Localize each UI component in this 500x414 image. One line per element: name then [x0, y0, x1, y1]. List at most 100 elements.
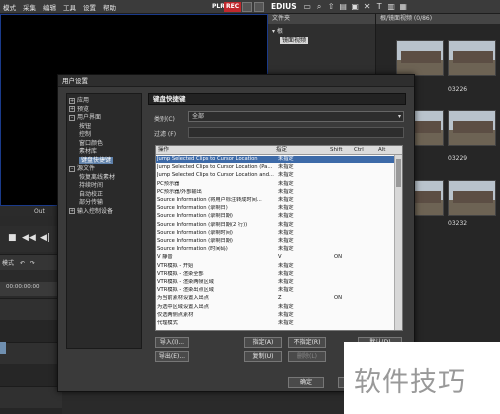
nav-item[interactable]: 按钮 — [69, 123, 139, 132]
table-row[interactable]: VTR模拟 - 开始 未指定 — [156, 263, 394, 270]
nav-item-label: 控制 — [79, 131, 92, 138]
assign-button[interactable]: 指定(A) — [244, 337, 282, 348]
nav-item[interactable]: + 应用 — [69, 97, 139, 106]
clip-label: 03229 — [448, 155, 468, 162]
table-row[interactable]: Source Information (录制日) 未指定 — [156, 205, 394, 212]
nav-item[interactable]: 窗口颜色 — [69, 140, 139, 149]
copy-button[interactable]: 复制(U) — [244, 351, 282, 362]
clip-thumbnail[interactable] — [448, 180, 496, 216]
title-icon[interactable]: T — [375, 2, 384, 11]
table-row[interactable]: Source Information (录制时间) 未指定 — [156, 230, 394, 237]
table-row[interactable]: 为当前素材设置入出点 Z ON — [156, 295, 394, 302]
category-select[interactable]: 全部 ▾ — [188, 111, 404, 122]
step-back-icon[interactable]: ◀| — [40, 234, 50, 243]
open-icon[interactable]: ▤ — [339, 2, 348, 11]
track-row[interactable] — [0, 342, 62, 364]
table-row[interactable]: 代理模式 未指定 — [156, 320, 394, 327]
column-header-ctrl[interactable]: Ctrl — [354, 146, 364, 155]
table-row[interactable]: VTR模拟 - 渲染出点区域 未指定 — [156, 287, 394, 294]
nav-item[interactable]: 恢复离线素材 — [69, 174, 139, 183]
nav-item[interactable]: + 预览 — [69, 106, 139, 115]
menu-settings[interactable]: 设置 — [83, 2, 96, 12]
table-row[interactable]: VTR模拟 - 渲染两帧区域 未指定 — [156, 279, 394, 286]
collapse-icon[interactable]: - — [69, 165, 75, 172]
maximize-button[interactable] — [254, 2, 264, 12]
nav-item[interactable]: 素材库 — [69, 148, 139, 157]
assign-cell: 未指定 — [278, 172, 294, 179]
nav-item[interactable]: 自动校正 — [69, 191, 139, 200]
undo-icon[interactable]: ↶ — [20, 260, 25, 267]
filter-input[interactable] — [188, 127, 404, 138]
search-icon[interactable]: ⌕ — [315, 2, 324, 11]
track-row[interactable] — [0, 298, 62, 320]
table-row[interactable]: Source Information (录制日期) 未指定 — [156, 213, 394, 220]
nav-item[interactable]: 键盘快捷键 — [69, 156, 139, 166]
menu-tools[interactable]: 工具 — [63, 2, 76, 12]
timeline-mode-label[interactable]: 模式 — [2, 260, 14, 267]
view-icon[interactable]: ▦ — [399, 2, 408, 11]
table-scrollbar[interactable] — [394, 155, 402, 330]
expand-icon[interactable]: + — [69, 97, 75, 104]
table-row[interactable]: Source Information (录制日期(2 行)) 未指定 — [156, 222, 394, 229]
table-row[interactable]: 仅选两侧点素材 未指定 — [156, 312, 394, 319]
up-folder-icon[interactable]: ⇧ — [327, 2, 336, 11]
table-row[interactable]: PC预示器 未指定 — [156, 181, 394, 188]
delete-icon[interactable]: ✕ — [363, 2, 372, 11]
table-row[interactable]: Source Information (将用户标注转成时间... 未指定 — [156, 197, 394, 204]
menu-help[interactable]: 帮助 — [103, 2, 116, 12]
rewind-icon[interactable]: ◀◀ — [22, 234, 36, 243]
expand-icon[interactable]: + — [69, 106, 75, 112]
assign-cell: 未指定 — [278, 197, 294, 203]
column-header-assign[interactable]: 指定 — [276, 146, 287, 155]
table-row[interactable]: VTR模拟 - 渲染全部 未指定 — [156, 271, 394, 278]
nav-item[interactable]: - 用户界面 — [69, 114, 139, 123]
column-header-alt[interactable]: Alt — [378, 146, 385, 155]
menu-edit[interactable]: 编辑 — [43, 2, 56, 12]
table-row[interactable]: Jump Selected Clips to Cursor Location a… — [156, 172, 394, 179]
table-row[interactable]: V 静音 V ON — [156, 254, 394, 261]
nav-item[interactable]: - 源文件 — [69, 165, 139, 174]
table-row[interactable]: PC预示器/外部输出 未指定 — [156, 189, 394, 196]
operation-cell: Source Information (录制日期) — [157, 213, 233, 220]
minimize-button[interactable] — [242, 2, 252, 12]
import-button[interactable]: 导入(I)... — [155, 337, 189, 348]
column-header-shift[interactable]: Shift — [330, 146, 343, 155]
stop-icon[interactable]: ■ — [8, 234, 17, 243]
timeline-clip[interactable] — [0, 342, 6, 354]
new-folder-icon[interactable]: ▣ — [351, 2, 360, 11]
expand-icon[interactable]: + — [69, 208, 75, 214]
menu-mode[interactable]: 模式 — [3, 2, 16, 12]
menu-capture[interactable]: 采集 — [23, 2, 36, 12]
redo-icon[interactable]: ↷ — [30, 260, 35, 267]
table-row[interactable]: 为选中区域设置入出点 未指定 — [156, 304, 394, 311]
table-row[interactable]: Jump Selected Clips to Cursor Location (… — [156, 164, 394, 171]
export-button[interactable]: 导出(E)... — [155, 351, 189, 362]
folder-root[interactable]: ▾ 根 — [272, 27, 371, 36]
clip-label: 03232 — [448, 220, 468, 227]
unassign-button[interactable]: 不指定(R) — [288, 337, 326, 348]
table-row[interactable]: Source Information (时间码) 未指定 — [156, 246, 394, 253]
track-row[interactable] — [0, 386, 62, 408]
assign-cell: 未指定 — [278, 311, 294, 318]
shift-cell: ON — [334, 254, 342, 261]
clip-thumbnail[interactable] — [396, 40, 444, 76]
assign-cell: V — [278, 254, 282, 261]
nav-item[interactable]: 部分传输 — [69, 199, 139, 208]
column-header-operation[interactable]: 操作 — [158, 146, 169, 155]
scroll-thumb[interactable] — [396, 159, 401, 187]
clip-thumbnail[interactable] — [448, 110, 496, 146]
nav-item[interactable]: + 输入控制设备 — [69, 208, 139, 217]
collapse-icon[interactable]: - — [69, 114, 75, 121]
table-row[interactable]: Source Information (录制日期) 未指定 — [156, 238, 394, 245]
nav-item[interactable]: 持续时间 — [69, 182, 139, 191]
table-row[interactable]: Jump Selected Clips to Cursor Location 未指… — [156, 156, 394, 163]
timeline-track-area[interactable] — [0, 298, 62, 414]
ok-button[interactable]: 确定 — [288, 377, 324, 388]
nav-item[interactable]: 控制 — [69, 131, 139, 140]
clip-thumbnail[interactable] — [448, 40, 496, 76]
folder-selected[interactable]: 镜面视频 — [272, 36, 371, 45]
folder-icon[interactable]: ▭ — [303, 2, 312, 11]
color-bar-icon[interactable]: ▥ — [387, 2, 396, 11]
delete-button[interactable]: 删除(L) — [288, 351, 326, 362]
rec-badge[interactable]: REC — [224, 2, 242, 12]
